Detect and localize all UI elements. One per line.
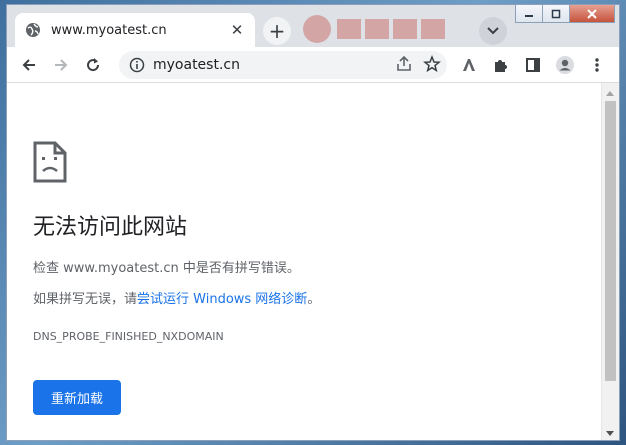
suggestion-suffix: 。 <box>307 292 321 307</box>
profile-icon[interactable] <box>555 55 575 75</box>
error-heading: 无法访问此网站 <box>33 215 188 240</box>
toolbar: myoatest.cn <box>7 47 619 83</box>
tab-strip: www.myoatest.cn ✕ + <box>7 5 619 47</box>
url-text[interactable]: myoatest.cn <box>153 57 240 73</box>
reload-icon[interactable] <box>83 55 103 75</box>
menu-icon[interactable] <box>587 55 607 75</box>
extensions-puzzle-icon[interactable] <box>491 55 511 75</box>
reload-button[interactable]: 重新加载 <box>33 380 121 415</box>
page-content: 无法访问此网站 检查 www.myoatest.cn 中是否有拼写错误。 如果拼… <box>7 83 603 440</box>
side-panel-icon[interactable] <box>523 55 543 75</box>
maximize-icon[interactable] <box>542 5 570 23</box>
suggestion-text: 如果拼写无误，请尝试运行 Windows 网络诊断。 <box>33 288 320 307</box>
globe-icon <box>26 23 40 37</box>
close-icon[interactable]: ✕ <box>229 21 245 39</box>
forward-icon[interactable] <box>51 55 71 75</box>
scroll-up-arrow[interactable] <box>606 91 614 96</box>
sad-page-icon <box>33 141 67 183</box>
suggestion-prefix: 如果拼写无误，请 <box>33 292 138 307</box>
minimize-icon[interactable] <box>515 5 543 23</box>
error-code: DNS_PROBE_FINISHED_NXDOMAIN <box>33 330 224 343</box>
back-icon[interactable] <box>19 55 39 75</box>
address-bar[interactable]: myoatest.cn <box>119 51 447 79</box>
vertical-scrollbar[interactable] <box>601 83 619 440</box>
check-spelling-text: 检查 www.myoatest.cn 中是否有拼写错误。 <box>33 261 300 276</box>
scroll-thumb[interactable] <box>605 101 616 381</box>
window-close-icon[interactable] <box>569 5 615 23</box>
new-tab-icon[interactable]: + <box>263 17 291 45</box>
share-icon[interactable] <box>395 55 413 73</box>
tab-title: www.myoatest.cn <box>51 22 167 38</box>
info-icon[interactable] <box>129 57 145 73</box>
extension-a-icon[interactable] <box>459 55 479 75</box>
tab-search-icon[interactable] <box>479 17 507 45</box>
scroll-down-arrow[interactable] <box>606 431 614 436</box>
network-diagnostics-link[interactable]: 尝试运行 Windows 网络诊断 <box>137 292 307 307</box>
window-controls <box>515 5 615 23</box>
bookmark-star-icon[interactable] <box>423 55 441 73</box>
browser-window: www.myoatest.cn ✕ + myoatest.cn 无法访问此网站 … <box>6 4 620 441</box>
watermark-logo <box>303 15 445 43</box>
tab-active[interactable]: www.myoatest.cn ✕ <box>15 13 255 47</box>
